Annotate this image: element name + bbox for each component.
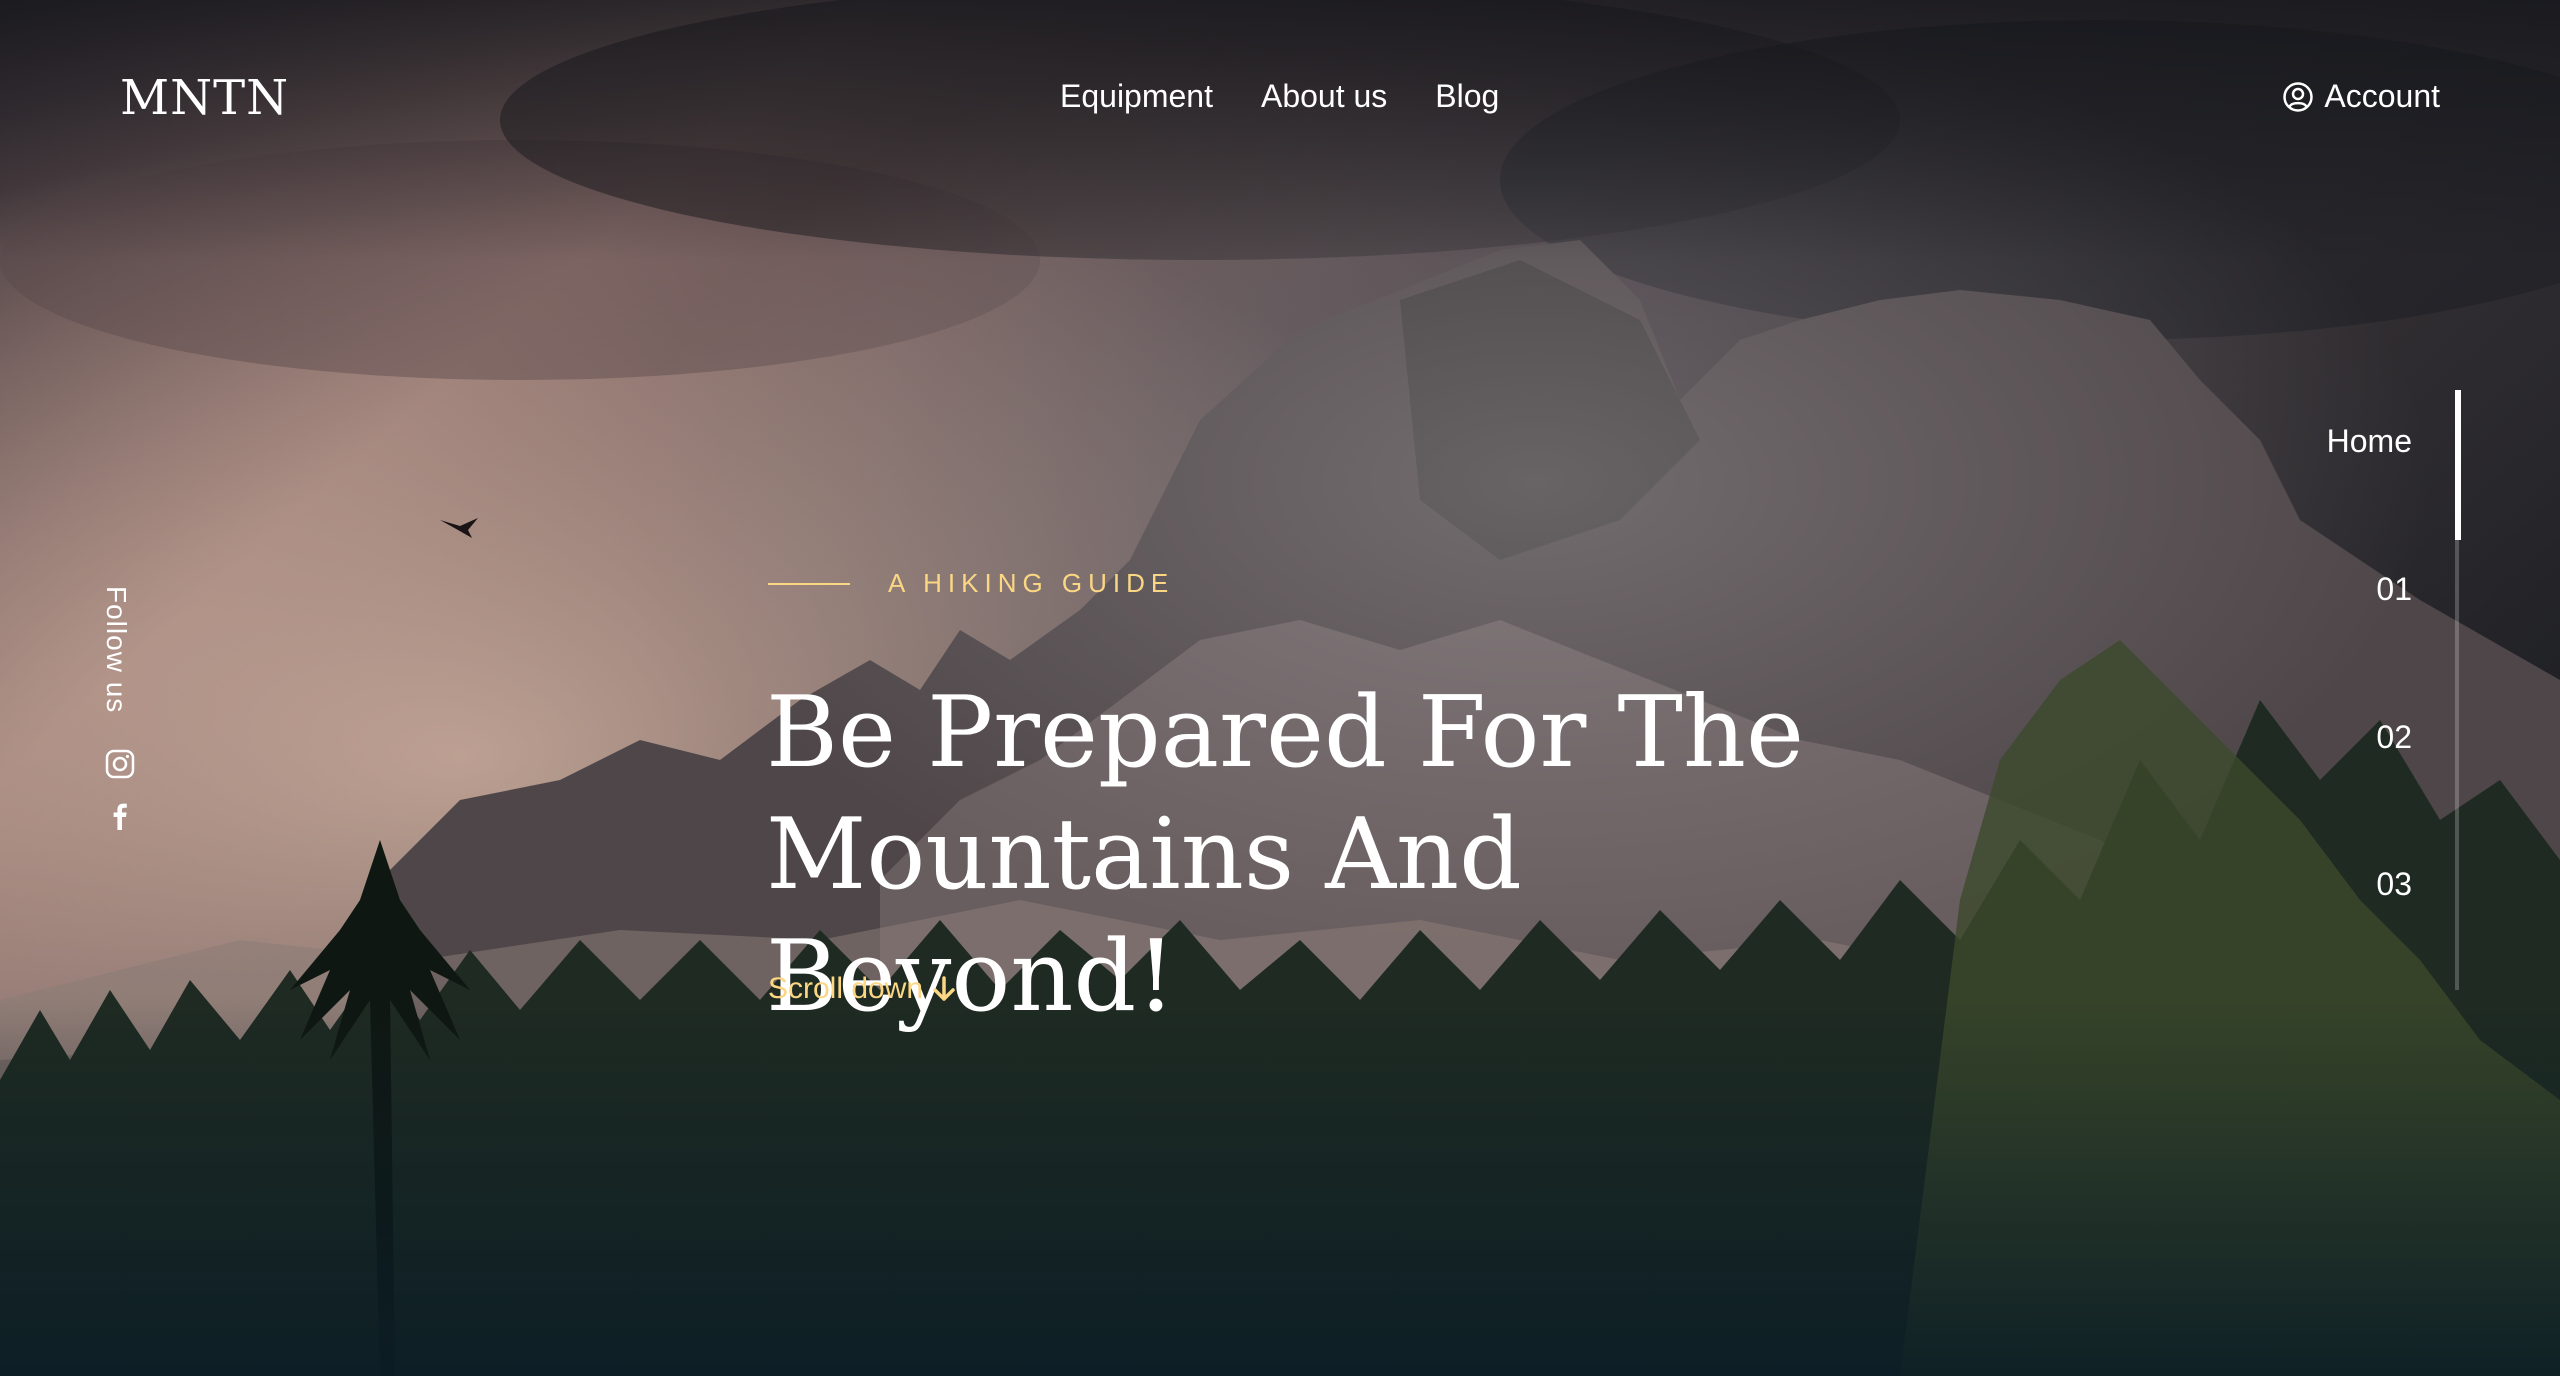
main-nav: Equipment About us Blog <box>1060 78 1499 115</box>
eyebrow-text: A HIKING GUIDE <box>888 568 1175 598</box>
arrow-down-icon <box>933 976 955 1001</box>
account-link[interactable]: Account <box>2282 78 2440 115</box>
nav-link-blog[interactable]: Blog <box>1435 78 1499 115</box>
slider-item-03[interactable]: 03 <box>2212 866 2412 903</box>
nav-link-about-us[interactable]: About us <box>1261 78 1387 115</box>
slider-rail-active-indicator <box>2455 390 2461 540</box>
eyebrow: A HIKING GUIDE <box>768 568 1174 599</box>
account-label: Account <box>2324 78 2440 114</box>
nav-link-equipment[interactable]: Equipment <box>1060 78 1213 115</box>
slider-item-02[interactable]: 02 <box>2212 719 2412 756</box>
follow-us-label: Follow us <box>101 586 132 714</box>
scroll-down-link[interactable]: Scroll down <box>768 972 957 1006</box>
hero-headline-line-1: Be Prepared For The <box>766 676 1804 790</box>
scroll-down-label: Scroll down <box>768 972 924 1005</box>
hero-section: MNTN Equipment About us Blog Account Fol… <box>0 0 2560 1376</box>
slider-item-01[interactable]: 01 <box>2212 571 2412 608</box>
account-icon <box>2283 81 2314 112</box>
logo[interactable]: MNTN <box>120 70 289 126</box>
instagram-icon[interactable] <box>104 748 136 780</box>
eyebrow-divider <box>768 582 850 585</box>
slider-item-home[interactable]: Home <box>2212 423 2412 460</box>
facebook-icon[interactable] <box>104 800 136 832</box>
